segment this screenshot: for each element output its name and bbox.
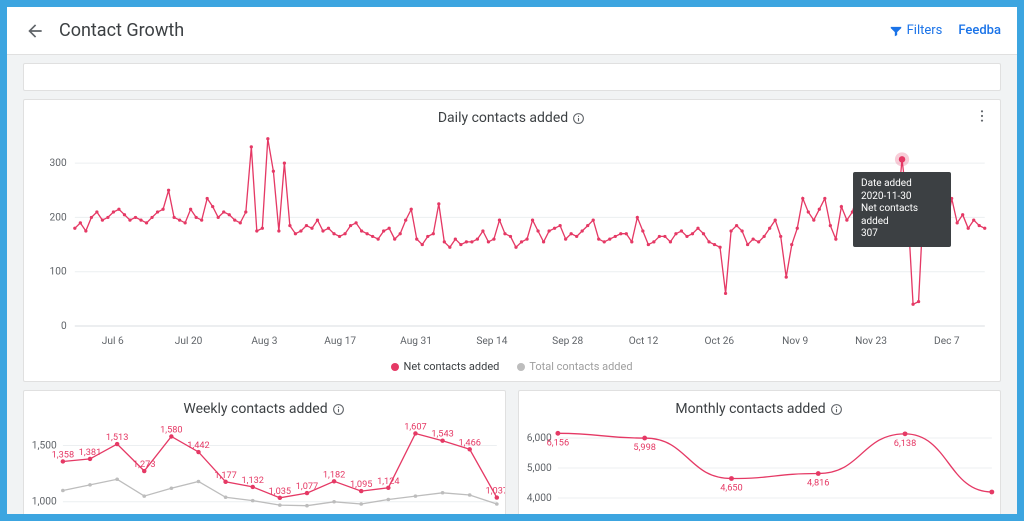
card-more-button[interactable] (972, 106, 992, 126)
svg-text:4,816: 4,816 (807, 479, 829, 489)
svg-text:300: 300 (50, 158, 67, 169)
svg-text:1,442: 1,442 (187, 441, 209, 451)
svg-text:1,273: 1,273 (133, 460, 155, 470)
monthly-card-title: Monthly contacts added (675, 401, 825, 417)
monthly-contacts-card: Monthly contacts added 4,0005,0006,0006,… (518, 390, 1001, 514)
svg-text:100: 100 (50, 267, 67, 278)
weekly-chart[interactable]: 1,0001,5001,3581,3811,5131,2731,5801,442… (24, 417, 505, 514)
back-button[interactable] (23, 19, 47, 43)
svg-text:1,607: 1,607 (404, 423, 426, 433)
svg-text:1,124: 1,124 (377, 477, 399, 487)
page-title: Contact Growth (59, 20, 889, 41)
svg-text:1,543: 1,543 (431, 430, 453, 440)
svg-text:Sep 28: Sep 28 (552, 336, 583, 347)
svg-text:4,000: 4,000 (527, 493, 552, 504)
filter-icon (889, 24, 903, 38)
svg-text:Oct 12: Oct 12 (629, 336, 659, 347)
svg-text:Oct 26: Oct 26 (705, 336, 735, 347)
svg-text:200: 200 (50, 212, 67, 223)
svg-text:1,358: 1,358 (52, 451, 74, 461)
svg-text:Jul 20: Jul 20 (175, 336, 203, 347)
svg-text:Jul 6: Jul 6 (102, 336, 124, 347)
svg-text:1,000: 1,000 (32, 497, 57, 508)
info-icon[interactable] (830, 402, 844, 416)
svg-text:4,650: 4,650 (720, 484, 742, 494)
daily-contacts-card: Daily contacts added 0 100 200 300 Jul 6 Jul … (23, 99, 1001, 382)
svg-text:1,037: 1,037 (486, 487, 505, 497)
svg-text:1,095: 1,095 (350, 480, 372, 490)
svg-text:1,035: 1,035 (269, 487, 291, 497)
feedback-link[interactable]: Feedba (958, 23, 1001, 38)
svg-text:1,513: 1,513 (106, 433, 128, 443)
summary-card-stub (23, 63, 1001, 91)
svg-text:6,138: 6,138 (894, 439, 916, 449)
weekly-contacts-card: Weekly contacts added 1,0001,5001,3581,3… (23, 390, 506, 514)
svg-text:1,182: 1,182 (323, 470, 345, 480)
weekly-card-title: Weekly contacts added (183, 401, 327, 417)
info-icon[interactable] (332, 402, 346, 416)
daily-legend: Net contacts added Total contacts added (24, 356, 1000, 381)
legend-net[interactable]: Net contacts added (391, 360, 499, 373)
monthly-chart[interactable]: 4,0005,0006,0006,1565,9984,6504,8166,138 (519, 417, 1000, 514)
arrow-left-icon (25, 21, 45, 41)
svg-text:Nov 9: Nov 9 (782, 336, 808, 347)
info-icon[interactable] (572, 111, 586, 125)
svg-text:5,000: 5,000 (527, 463, 552, 474)
svg-text:1,177: 1,177 (214, 471, 236, 481)
svg-text:Sep 14: Sep 14 (476, 336, 507, 347)
daily-chart[interactable]: 0 100 200 300 Jul 6 Jul 20 Aug 3 Aug 17 Aug 31 Se… (24, 126, 1000, 356)
svg-text:Dec 7: Dec 7 (934, 336, 960, 347)
svg-text:1,077: 1,077 (296, 482, 318, 492)
svg-text:0: 0 (61, 321, 67, 332)
svg-text:Aug 31: Aug 31 (400, 336, 432, 347)
page-header: Contact Growth Filters Feedba (7, 7, 1017, 55)
filters-label: Filters (907, 23, 943, 38)
bottom-row: Weekly contacts added 1,0001,5001,3581,3… (23, 390, 1001, 514)
svg-text:1,466: 1,466 (458, 438, 480, 448)
daily-card-title: Daily contacts added (438, 110, 568, 126)
app-frame: Contact Growth Filters Feedba Daily cont… (0, 0, 1024, 521)
svg-text:Nov 23: Nov 23 (855, 336, 887, 347)
svg-text:1,132: 1,132 (241, 476, 263, 486)
svg-text:1,580: 1,580 (160, 426, 182, 436)
more-vert-icon (974, 108, 990, 124)
svg-text:Aug 3: Aug 3 (251, 336, 277, 347)
filters-button[interactable]: Filters (889, 23, 943, 38)
legend-total[interactable]: Total contacts added (517, 360, 632, 373)
svg-text:Aug 17: Aug 17 (324, 336, 356, 347)
svg-text:6,156: 6,156 (547, 438, 569, 448)
svg-text:1,381: 1,381 (79, 448, 101, 458)
content-area: Daily contacts added 0 100 200 300 Jul 6 Jul … (7, 55, 1017, 514)
svg-text:5,998: 5,998 (633, 443, 655, 453)
